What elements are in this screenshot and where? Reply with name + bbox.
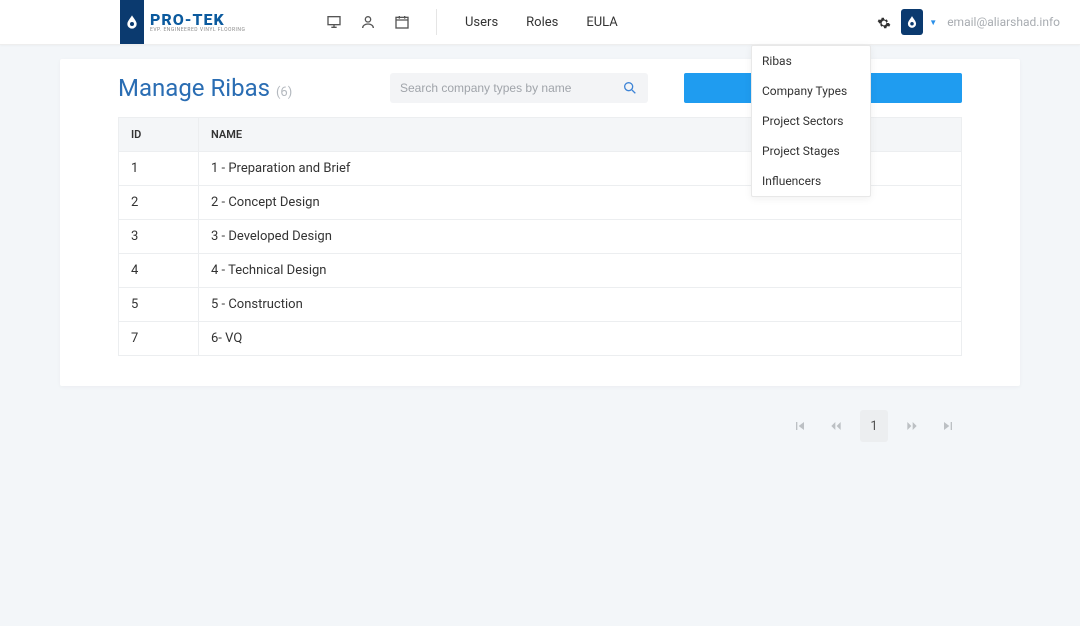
- settings-dropdown: Ribas Company Types Project Sectors Proj…: [751, 45, 871, 197]
- cell-name: 5 - Construction: [199, 288, 962, 322]
- cell-id: 3: [119, 220, 199, 254]
- table-row[interactable]: 55 - Construction: [119, 288, 962, 322]
- table-row[interactable]: 76- VQ: [119, 322, 962, 356]
- cell-name: 4 - Technical Design: [199, 254, 962, 288]
- logo[interactable]: PRO-TEK EVP. ENGINEERED VINYL FLOORING: [0, 0, 300, 44]
- topbar: PRO-TEK EVP. ENGINEERED VINYL FLOORING U…: [0, 0, 1080, 45]
- brand-tagline: EVP. ENGINEERED VINYL FLOORING: [150, 28, 245, 33]
- nav-roles[interactable]: Roles: [526, 15, 558, 30]
- pager-last-icon[interactable]: [936, 414, 960, 438]
- dropdown-item-influencers[interactable]: Influencers: [752, 166, 870, 196]
- card-header: Manage Ribas (6): [60, 73, 1020, 117]
- search-input[interactable]: [400, 81, 622, 95]
- pagination: 1: [0, 386, 1080, 442]
- gear-icon[interactable]: [877, 15, 891, 29]
- count-badge: (6): [276, 85, 292, 100]
- pager-next-icon[interactable]: [900, 414, 924, 438]
- table-row[interactable]: 44 - Technical Design: [119, 254, 962, 288]
- dropdown-item-project-sectors[interactable]: Project Sectors: [752, 106, 870, 136]
- presentation-icon[interactable]: [326, 14, 342, 30]
- logo-drop-icon: [120, 0, 144, 44]
- topbar-quick-icons: [300, 9, 437, 35]
- page-title: Manage Ribas (6): [118, 74, 292, 102]
- nav-links: Users Roles EULA: [437, 15, 618, 30]
- search-icon[interactable]: [622, 80, 638, 96]
- avatar[interactable]: [901, 9, 923, 35]
- table-row[interactable]: 33 - Developed Design: [119, 220, 962, 254]
- cell-id: 4: [119, 254, 199, 288]
- user-email[interactable]: email@aliarshad.info: [947, 15, 1060, 29]
- dropdown-item-ribas[interactable]: Ribas: [752, 46, 870, 76]
- cell-name: 6- VQ: [199, 322, 962, 356]
- dropdown-item-project-stages[interactable]: Project Stages: [752, 136, 870, 166]
- pager-first-icon[interactable]: [788, 414, 812, 438]
- cell-id: 1: [119, 152, 199, 186]
- cell-id: 2: [119, 186, 199, 220]
- pager-page-current[interactable]: 1: [860, 410, 888, 442]
- brand-name: PRO-TEK: [150, 12, 245, 28]
- cell-id: 5: [119, 288, 199, 322]
- dropdown-item-company-types[interactable]: Company Types: [752, 76, 870, 106]
- person-icon[interactable]: [360, 14, 376, 30]
- pager-prev-icon[interactable]: [824, 414, 848, 438]
- user-area: ▼ email@aliarshad.info Ribas Company Typ…: [877, 9, 1060, 35]
- calendar-icon[interactable]: [394, 14, 410, 30]
- col-id[interactable]: ID: [119, 118, 199, 152]
- cell-id: 7: [119, 322, 199, 356]
- content-card: Manage Ribas (6) ID NAME 11 - Preparatio…: [60, 59, 1020, 386]
- search-box[interactable]: [390, 73, 648, 103]
- cell-name: 3 - Developed Design: [199, 220, 962, 254]
- caret-down-icon[interactable]: ▼: [929, 18, 937, 27]
- nav-users[interactable]: Users: [465, 15, 498, 30]
- nav-eula[interactable]: EULA: [586, 15, 617, 30]
